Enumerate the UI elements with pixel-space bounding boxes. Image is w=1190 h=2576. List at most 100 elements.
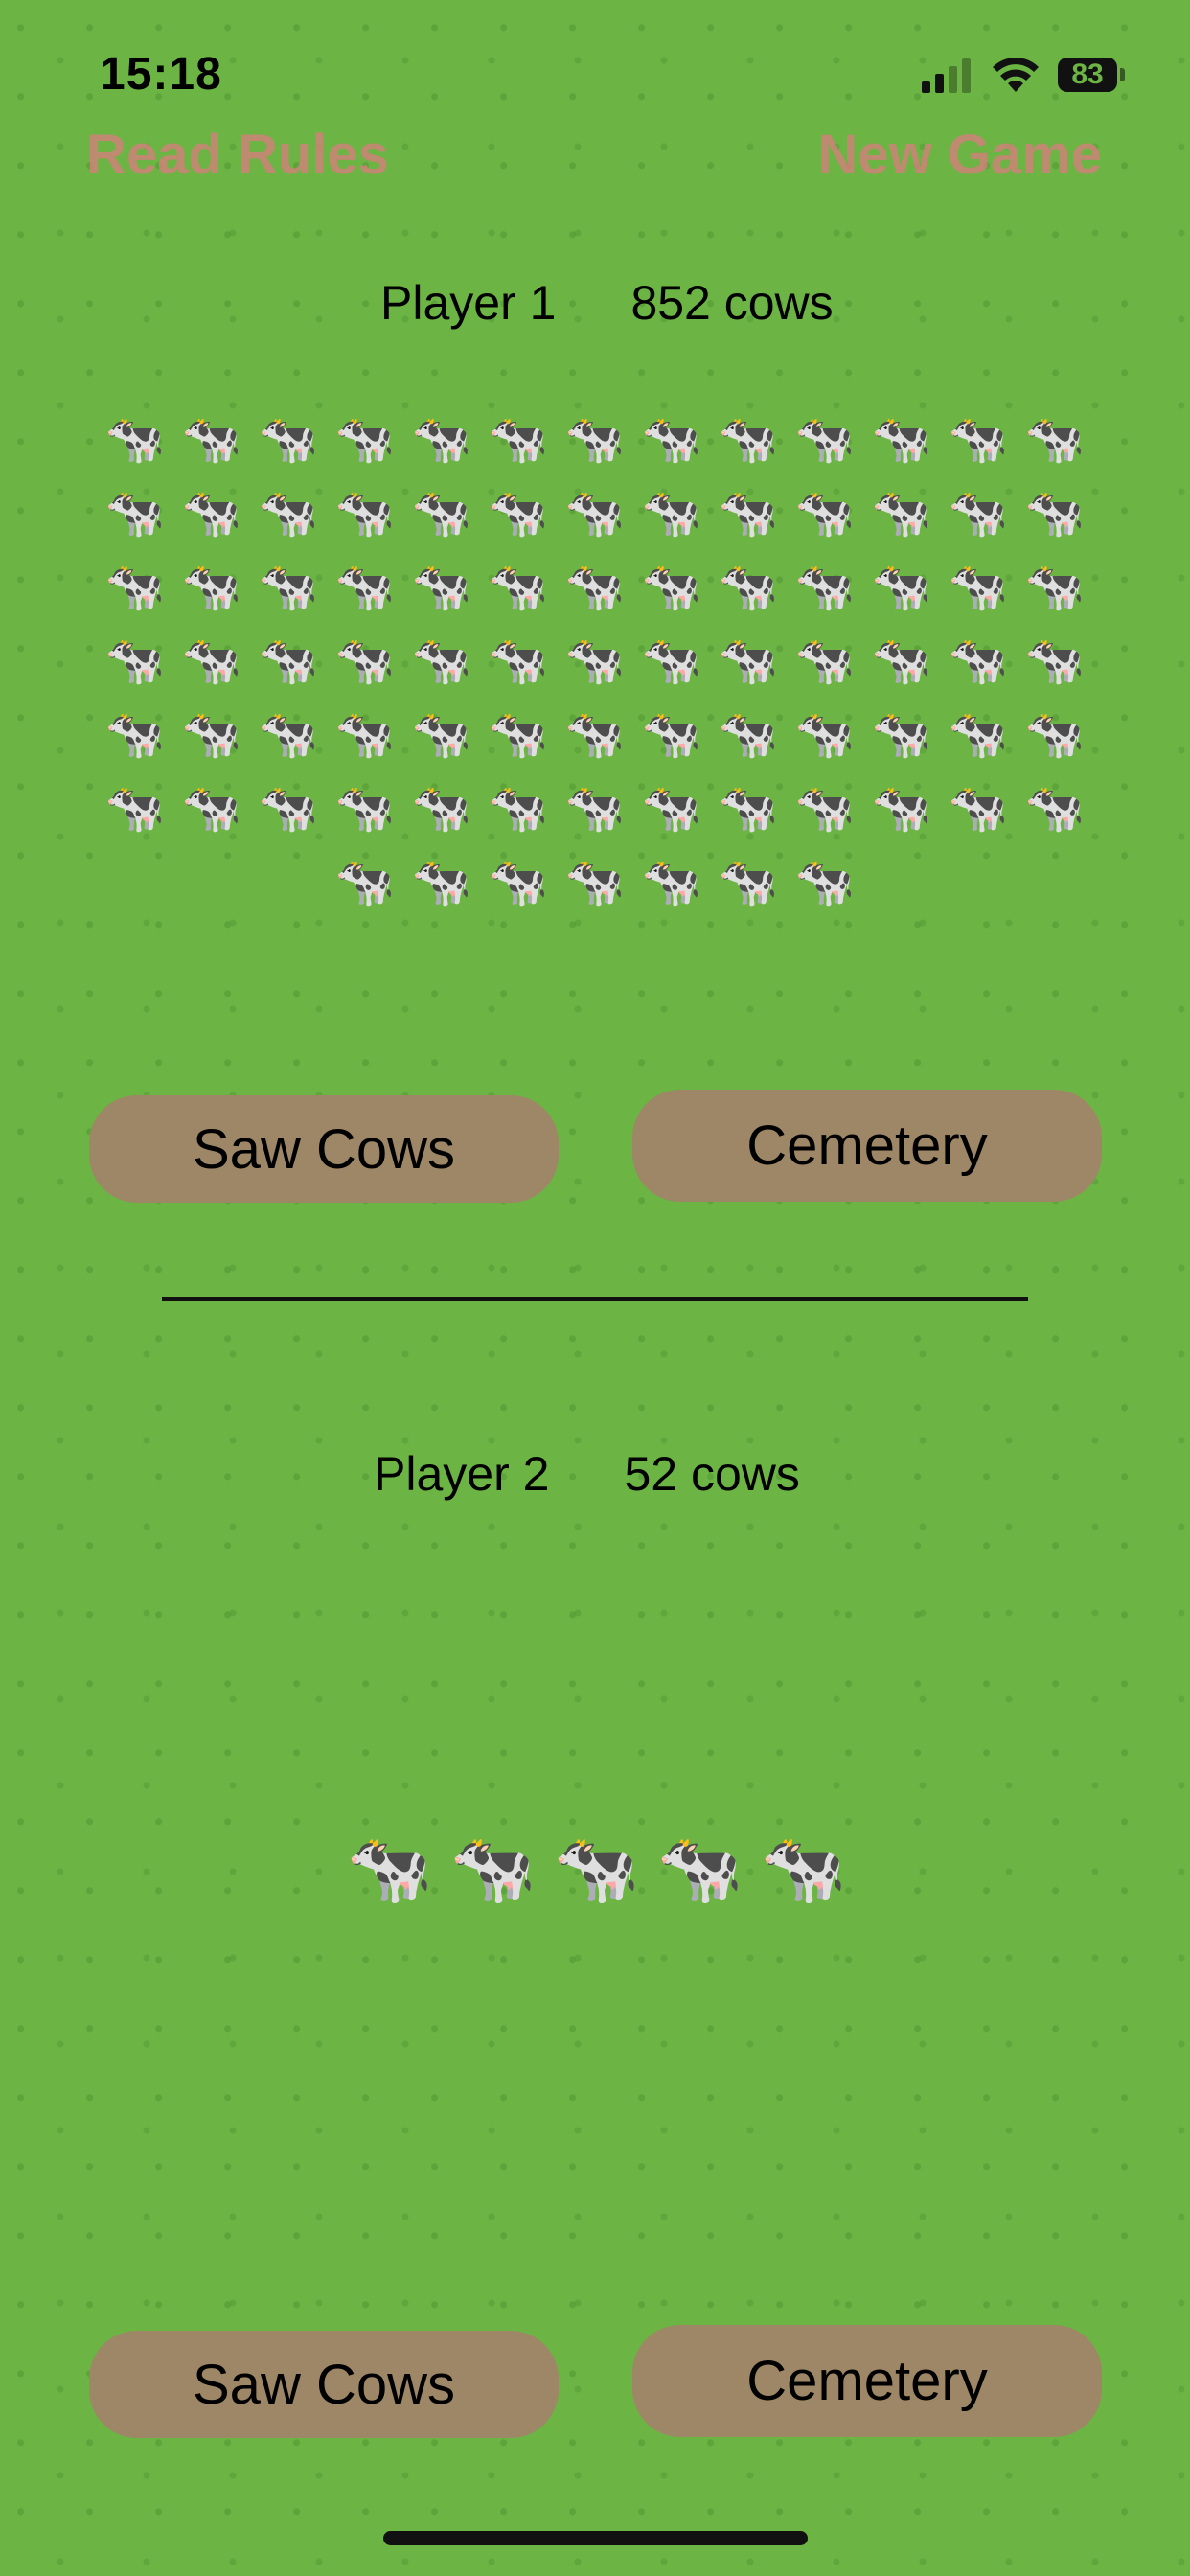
cow-icon: 🐄 [181,633,242,687]
cow-icon: 🐄 [488,781,549,835]
cow-icon: 🐄 [104,412,166,466]
cow-icon: 🐄 [411,560,472,613]
cow-icon: 🐄 [948,781,1009,835]
herd-row: 🐄 🐄 🐄 🐄 🐄 🐄 🐄 🐄 🐄 🐄 🐄 🐄 🐄 [97,771,1093,845]
cow-icon: 🐄 [871,486,932,540]
cow-icon: 🐄 [641,633,702,687]
player1-name: Player 1 [380,276,557,330]
cow-icon: 🐄 [948,707,1009,761]
cow-icon: 🐄 [488,707,549,761]
cow-icon: 🐄 [794,633,856,687]
cow-icon: 🐄 [564,781,626,835]
cow-icon: 🐄 [411,412,472,466]
cow-icon: 🐄 [871,560,932,613]
herd-row: 🐄 🐄 🐄 🐄 🐄 🐄 🐄 🐄 🐄 🐄 🐄 🐄 🐄 [97,550,1093,624]
player-divider [162,1297,1028,1301]
cow-icon: 🐄 [718,633,779,687]
cow-icon: 🐄 [760,1830,847,1907]
cow-icon: 🐄 [346,1830,433,1907]
cow-icon: 🐄 [656,1830,744,1907]
cow-icon: 🐄 [1024,486,1086,540]
cow-icon: 🐄 [641,560,702,613]
player1-header: Player 1 852 cows [380,275,834,331]
cow-icon: 🐄 [488,560,549,613]
cow-icon: 🐄 [718,855,779,908]
cow-icon: 🐄 [104,560,166,613]
cow-icon: 🐄 [553,1830,640,1907]
cow-icon: 🐄 [181,781,242,835]
cow-icon: 🐄 [488,633,549,687]
cow-icon: 🐄 [948,486,1009,540]
cow-icon: 🐄 [794,560,856,613]
cow-icon: 🐄 [334,560,396,613]
cow-icon: 🐄 [871,781,932,835]
player1-saw-cows-button[interactable]: Saw Cows [89,1095,559,1203]
cow-icon: 🐄 [564,412,626,466]
home-indicator [383,2531,808,2545]
cow-icon: 🐄 [104,633,166,687]
cow-icon: 🐄 [104,486,166,540]
cow-icon: 🐄 [449,1830,537,1907]
cow-icon: 🐄 [258,781,319,835]
herd-row: 🐄 🐄 🐄 🐄 🐄 🐄 🐄 🐄 🐄 🐄 🐄 🐄 🐄 [97,402,1093,476]
cow-icon: 🐄 [104,707,166,761]
cow-icon: 🐄 [718,412,779,466]
cow-icon: 🐄 [334,412,396,466]
cow-icon: 🐄 [871,412,932,466]
player2-saw-cows-button[interactable]: Saw Cows [89,2331,559,2438]
cow-icon: 🐄 [488,855,549,908]
cow-icon: 🐄 [411,486,472,540]
player2-herd: 🐄 🐄 🐄 🐄 🐄 [335,1826,858,1912]
cow-icon: 🐄 [258,633,319,687]
cow-icon: 🐄 [258,412,319,466]
herd-row: 🐄 🐄 🐄 🐄 🐄 🐄 🐄 🐄 🐄 🐄 🐄 🐄 🐄 [97,476,1093,550]
cow-icon: 🐄 [641,781,702,835]
cow-icon: 🐄 [334,486,396,540]
cow-icon: 🐄 [564,560,626,613]
player2-name: Player 2 [374,1447,550,1501]
cow-icon: 🐄 [794,855,856,908]
cow-icon: 🐄 [181,412,242,466]
player2-cemetery-button[interactable]: Cemetery [632,2325,1102,2437]
cow-icon: 🐄 [258,486,319,540]
player1-cemetery-button[interactable]: Cemetery [632,1090,1102,1202]
herd-row: 🐄 🐄 🐄 🐄 🐄 🐄 🐄 🐄 🐄 🐄 🐄 🐄 🐄 [97,624,1093,698]
player2-cow-count: 52 cows [624,1447,800,1501]
cow-icon: 🐄 [411,855,472,908]
battery-icon: 83 [1058,58,1125,92]
cow-icon: 🐄 [564,633,626,687]
cow-icon: 🐄 [181,486,242,540]
cow-icon: 🐄 [1024,412,1086,466]
cow-icon: 🐄 [181,707,242,761]
cow-icon: 🐄 [564,855,626,908]
cow-icon: 🐄 [411,633,472,687]
cow-icon: 🐄 [411,781,472,835]
herd-row: 🐄 🐄 🐄 🐄 🐄 🐄 🐄 [97,845,1093,919]
cow-icon: 🐄 [794,412,856,466]
cow-icon: 🐄 [334,633,396,687]
player1-herd: 🐄 🐄 🐄 🐄 🐄 🐄 🐄 🐄 🐄 🐄 🐄 🐄 🐄 🐄 🐄 🐄 🐄 🐄 🐄 🐄 🐄 🐄 🐄 🐄 🐄 🐄 🐄 🐄 🐄 🐄 🐄 🐄 🐄 🐄 🐄 🐄 🐄 🐄 🐄 🐄… [97,402,1093,919]
cow-icon: 🐄 [641,855,702,908]
player2-header: Player 2 52 cows [374,1446,800,1502]
cow-icon: 🐄 [718,560,779,613]
cow-icon: 🐄 [794,707,856,761]
cow-icon: 🐄 [104,781,166,835]
cow-icon: 🐄 [871,707,932,761]
cellular-signal-icon [922,57,973,93]
read-rules-link[interactable]: Read Rules [86,123,389,187]
herd-row: 🐄 🐄 🐄 🐄 🐄 🐄 🐄 🐄 🐄 🐄 🐄 🐄 🐄 [97,698,1093,771]
new-game-link[interactable]: New Game [817,123,1102,187]
cow-icon: 🐄 [1024,707,1086,761]
cow-icon: 🐄 [334,855,396,908]
cow-icon: 🐄 [641,486,702,540]
cow-icon: 🐄 [488,412,549,466]
status-time: 15:18 [100,49,222,100]
cow-icon: 🐄 [794,486,856,540]
cow-icon: 🐄 [181,560,242,613]
status-icons: 83 [922,56,1125,94]
cow-icon: 🐄 [1024,781,1086,835]
herd-row: 🐄 🐄 🐄 🐄 🐄 [335,1826,858,1912]
cow-icon: 🐄 [1024,633,1086,687]
cow-icon: 🐄 [411,707,472,761]
cow-icon: 🐄 [258,560,319,613]
